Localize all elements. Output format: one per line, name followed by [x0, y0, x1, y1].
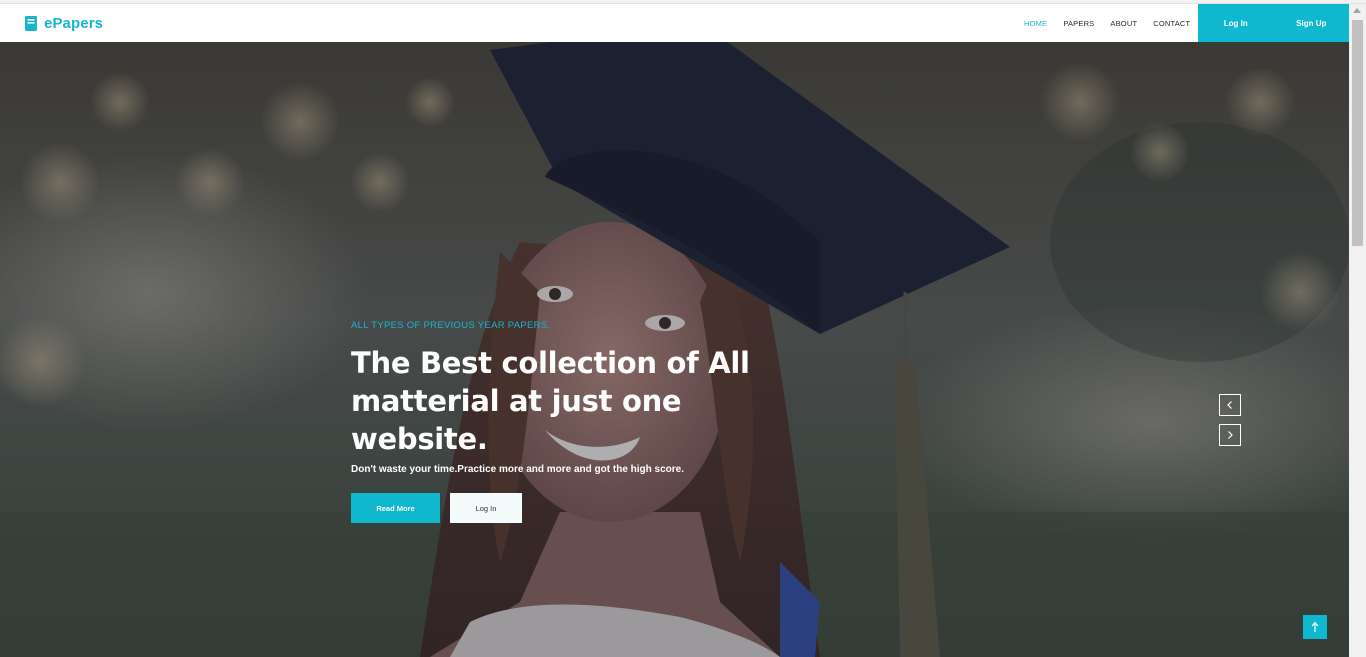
hero-buttons: Read More Log In	[351, 493, 771, 523]
hero-slider: ALL TYPES OF PREVIOUS YEAR PAPERS. The B…	[0, 42, 1349, 657]
hero-headline-line1: The Best collection of All	[351, 346, 750, 380]
auth-buttons: Log In Sign Up	[1198, 4, 1349, 42]
nav-contact[interactable]: CONTACT	[1153, 19, 1190, 28]
arrow-up-icon	[1311, 621, 1319, 632]
page-scrollbar[interactable]	[1349, 4, 1366, 657]
scroll-up-arrow-icon[interactable]	[1353, 8, 1361, 13]
brand-name: ePapers	[44, 14, 104, 32]
slider-next-button[interactable]	[1219, 424, 1241, 446]
nav-about[interactable]: ABOUT	[1110, 19, 1137, 28]
back-to-top-button[interactable]	[1303, 615, 1327, 639]
brand[interactable]: ePapers	[24, 12, 103, 34]
hero-login-button[interactable]: Log In	[450, 493, 522, 523]
hero-headline: The Best collection of All matterial at …	[351, 344, 771, 458]
hero-subline: Don't waste your time.Practice more and …	[351, 464, 685, 475]
nav-papers[interactable]: PAPERS	[1063, 19, 1094, 28]
hero-headline-line3: website.	[351, 422, 488, 456]
scrollbar-thumb[interactable]	[1352, 20, 1363, 246]
hero-eyebrow: ALL TYPES OF PREVIOUS YEAR PAPERS.	[351, 320, 551, 331]
slider-prev-button[interactable]	[1219, 394, 1241, 416]
chevron-left-icon	[1227, 401, 1232, 409]
nav-home[interactable]: HOME	[1024, 19, 1047, 28]
hero-headline-line2: matterial at just one	[351, 384, 682, 418]
chevron-right-icon	[1228, 431, 1233, 439]
main-nav: HOME PAPERS ABOUT CONTACT	[1024, 4, 1206, 42]
navbar: ePapers HOME PAPERS ABOUT CONTACT Log In…	[0, 4, 1349, 42]
signup-button[interactable]: Sign Up	[1274, 4, 1350, 42]
hero-content: ALL TYPES OF PREVIOUS YEAR PAPERS. The B…	[351, 320, 771, 523]
read-more-button[interactable]: Read More	[351, 493, 440, 523]
login-button[interactable]: Log In	[1198, 4, 1274, 42]
book-icon	[24, 15, 38, 32]
